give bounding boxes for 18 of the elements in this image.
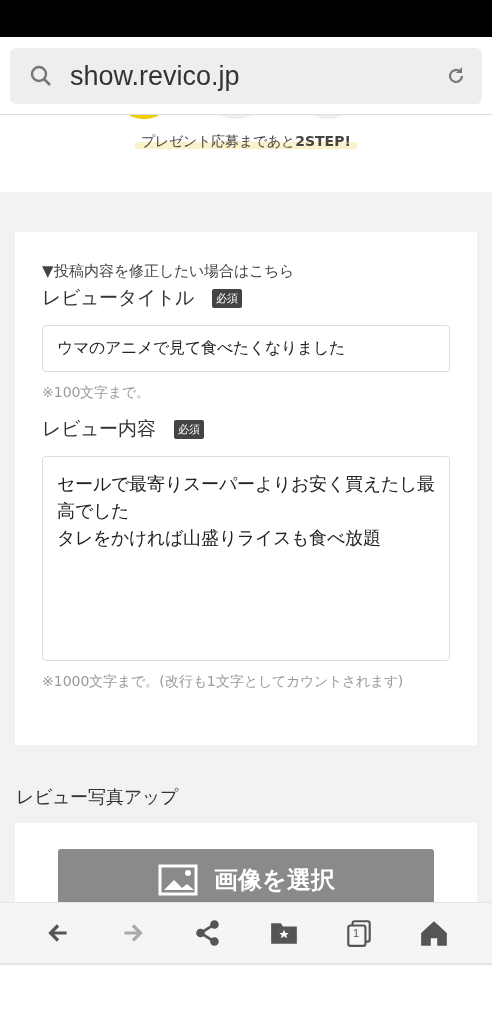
review-text-field[interactable]: セールで最寄りスーパーよりお安く買えたし最高でした タレをかければ山盛りライスも食べ放題 xyxy=(42,456,450,661)
field-label: レビュー内容 xyxy=(42,416,156,441)
field-text-line: セールで最寄りスーパーよりお安く買えたし最高でした xyxy=(57,473,435,523)
hint-text: ※1000文字まで。(改行も1文字としてカウントされます) xyxy=(42,672,405,691)
required-badge: 必須 xyxy=(174,419,204,439)
reload-icon[interactable] xyxy=(446,66,466,86)
url-text: show.revico.jp xyxy=(70,60,241,92)
title-input-field[interactable]: ウマのアニメで見て食べたくなりました xyxy=(42,325,450,372)
edit-toggle-link[interactable]: ▼投稿内容を修正したい場合はこちら xyxy=(42,262,450,281)
required-badge: 必須 xyxy=(212,288,242,308)
address-bar[interactable]: show.revico.jp xyxy=(10,48,482,104)
tabs-button[interactable]: 1 xyxy=(343,918,374,948)
section-title: レビュー写真アップ xyxy=(16,785,180,809)
field-text-line: タレをかければ山盛りライスも食べ放題 xyxy=(57,527,382,550)
search-icon xyxy=(30,65,52,87)
hint-text: ※100文字まで。 xyxy=(42,383,152,402)
image-icon xyxy=(157,864,198,896)
field-label: レビュータイトル xyxy=(42,285,194,310)
